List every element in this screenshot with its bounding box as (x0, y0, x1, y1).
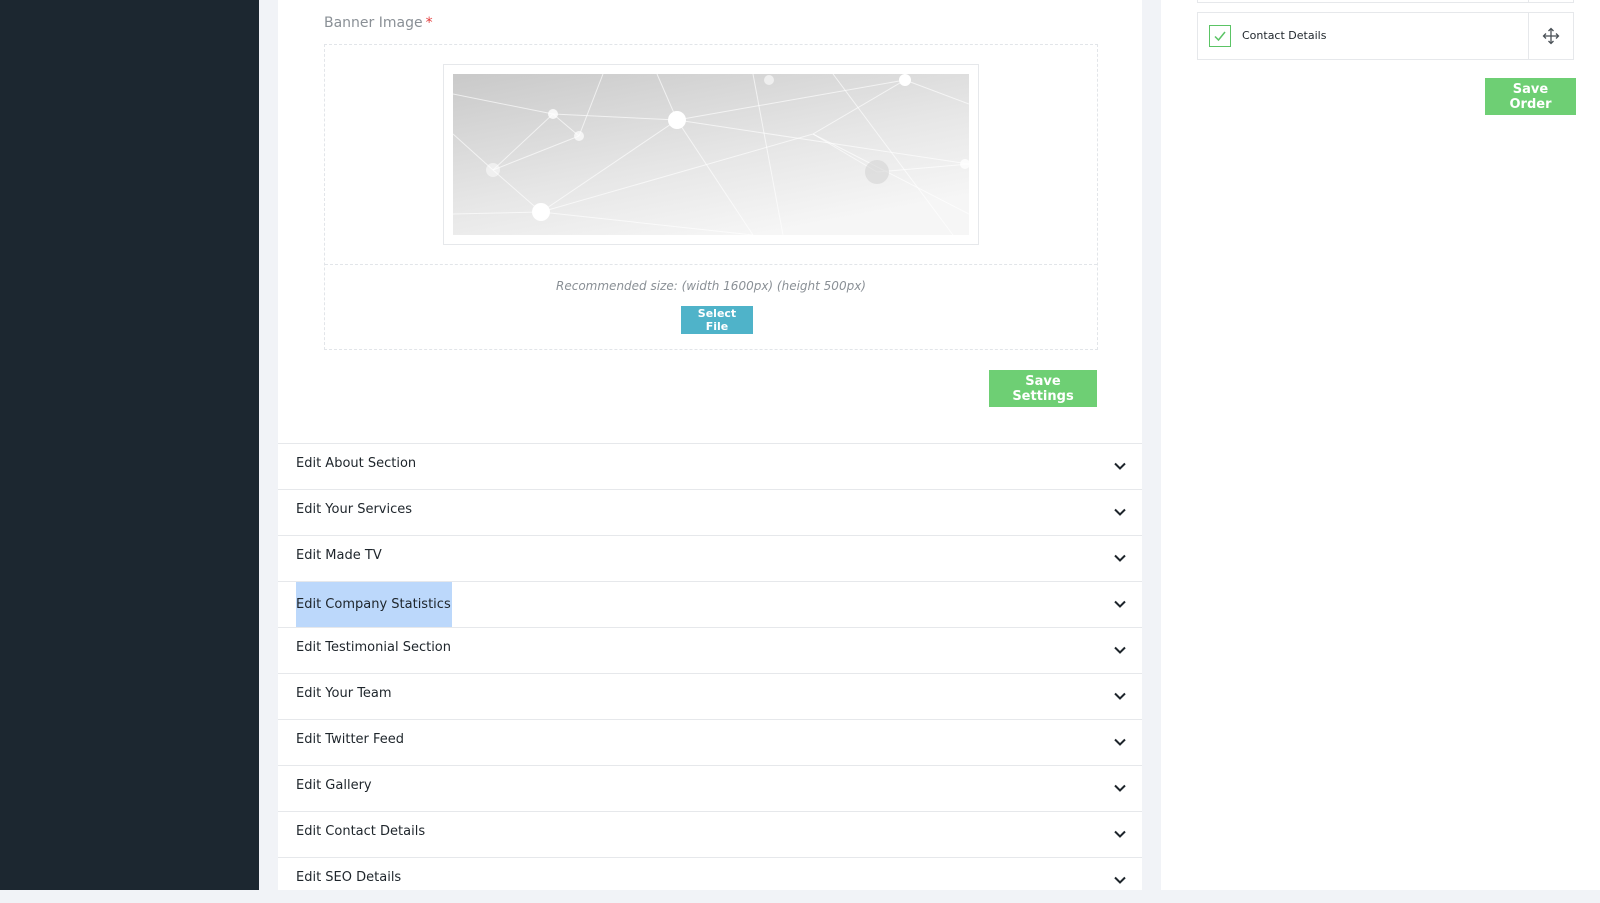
chevron-down-icon (1114, 692, 1126, 700)
chevron-down-icon (1114, 784, 1126, 792)
order-item-divider (1528, 13, 1529, 59)
required-mark: * (425, 15, 433, 31)
recommended-size-hint: Recommended size: (width 1600px) (height… (556, 279, 866, 293)
accordion-item-team[interactable]: Edit Your Team (278, 673, 1142, 719)
chevron-down-icon (1114, 830, 1126, 838)
move-icon[interactable] (1542, 27, 1560, 45)
accordion-item-title: Edit About Section (296, 456, 417, 471)
accordion-item-company-statistics[interactable]: Edit Company Statistics (278, 581, 1142, 627)
accordion-item-seo-details[interactable]: Edit SEO Details (278, 857, 1142, 903)
select-file-button[interactable]: Select File (681, 306, 753, 334)
accordion-item-title: Edit Made TV (296, 548, 382, 563)
sidebar (0, 0, 259, 890)
section-accordion: Edit About Section Edit Your Services Ed… (278, 443, 1142, 903)
accordion-item-twitter-feed[interactable]: Edit Twitter Feed (278, 719, 1142, 765)
chevron-down-icon (1114, 738, 1126, 746)
chevron-down-icon (1114, 876, 1126, 884)
accordion-item-title: Edit Your Services (296, 502, 413, 517)
accordion-item-title: Edit Company Statistics (296, 582, 452, 627)
accordion-item-made-tv[interactable]: Edit Made TV (278, 535, 1142, 581)
accordion-item-about[interactable]: Edit About Section (278, 443, 1142, 489)
accordion-item-testimonial[interactable]: Edit Testimonial Section (278, 627, 1142, 673)
banner-upload-dropzone[interactable]: Recommended size: (width 1600px) (height… (324, 44, 1098, 350)
banner-image-label: Banner Image * (324, 15, 433, 31)
chevron-down-icon (1114, 600, 1126, 608)
accordion-item-title: Edit Contact Details (296, 824, 426, 839)
chevron-down-icon (1114, 554, 1126, 562)
accordion-item-services[interactable]: Edit Your Services (278, 489, 1142, 535)
order-item-checkbox[interactable] (1209, 25, 1231, 47)
accordion-item-contact-details[interactable]: Edit Contact Details (278, 811, 1142, 857)
banner-preview (443, 64, 979, 245)
chevron-down-icon (1114, 462, 1126, 470)
accordion-item-gallery[interactable]: Edit Gallery (278, 765, 1142, 811)
accordion-item-title: Edit Twitter Feed (296, 732, 405, 747)
banner-preview-image (453, 74, 969, 235)
accordion-item-title: Edit Gallery (296, 778, 372, 793)
save-settings-button[interactable]: Save Settings (989, 370, 1097, 407)
chevron-down-icon (1114, 508, 1126, 516)
order-item-previous (1197, 0, 1574, 3)
order-item-contact-details: Contact Details (1197, 12, 1574, 60)
upload-divider (325, 264, 1097, 265)
section-order-panel: Contact Details Save Order (1161, 0, 1600, 890)
accordion-item-title: Edit SEO Details (296, 870, 402, 885)
chevron-down-icon (1114, 646, 1126, 654)
settings-card: Banner Image * Recommended size: (width … (278, 0, 1142, 890)
save-order-button[interactable]: Save Order (1485, 78, 1576, 115)
order-item-label: Contact Details (1242, 29, 1327, 42)
check-icon (1214, 31, 1226, 42)
accordion-item-title: Edit Your Team (296, 686, 392, 701)
accordion-item-title: Edit Testimonial Section (296, 640, 451, 655)
